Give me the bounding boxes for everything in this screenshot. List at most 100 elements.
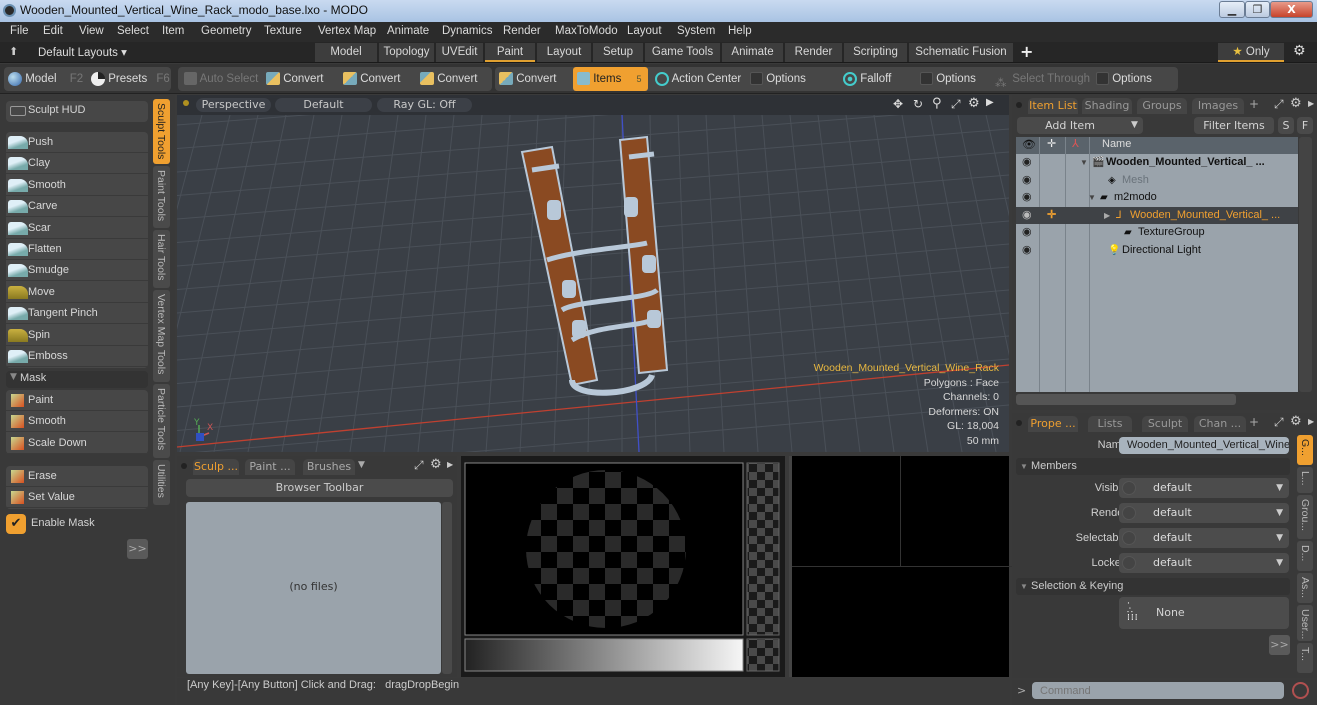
pan-icon[interactable]: ✥: [893, 97, 903, 111]
tab-paint[interactable]: Paint ...: [245, 459, 295, 475]
enable-mask-checkbox[interactable]: ✔: [6, 514, 26, 534]
maximize-icon[interactable]: ⤢: [1274, 415, 1284, 430]
vtab-hair-tools[interactable]: Hair Tools: [153, 230, 170, 288]
axis-column-icon[interactable]: ⅄: [1072, 137, 1079, 150]
name-column-header[interactable]: Name: [1102, 138, 1131, 150]
expand-arrow-icon[interactable]: ▶: [1104, 207, 1110, 224]
items-mode-button[interactable]: Items 5: [573, 67, 648, 91]
tree-horizontal-scrollbar[interactable]: [1016, 394, 1236, 405]
layout-arrow-icon[interactable]: ⬆: [9, 45, 18, 58]
vtab-particle-tools[interactable]: Particle Tools: [153, 384, 170, 458]
property-vtab-2[interactable]: Grou...: [1297, 495, 1313, 539]
browser-scrollbar[interactable]: [442, 502, 452, 674]
mask-tool-smooth[interactable]: Smooth: [6, 411, 148, 433]
visible-dropdown[interactable]: default ▼: [1119, 478, 1289, 498]
selection-cross-icon[interactable]: ✛: [1047, 207, 1056, 224]
visibility-eye-icon[interactable]: ◉: [1022, 154, 1032, 171]
name-input[interactable]: Wooden_Mounted_Vertical_Wine_: [1119, 437, 1289, 454]
tree-item-group[interactable]: ◉ ▰ TextureGroup: [1016, 224, 1298, 241]
command-input[interactable]: [1032, 682, 1284, 699]
tree-item-group[interactable]: ◉ ▼ ▰ m2modo: [1016, 189, 1298, 206]
panel-arrow-icon[interactable]: ▶: [447, 460, 453, 469]
raygl-dropdown[interactable]: Ray GL: Off: [377, 98, 472, 112]
layout-tab-render[interactable]: Render: [785, 43, 842, 62]
add-tab-icon[interactable]: +: [1249, 97, 1259, 111]
panel-menu-dot[interactable]: [1016, 420, 1022, 426]
menu-select[interactable]: Select: [117, 25, 149, 37]
select-through-button[interactable]: ⁂ Select Through: [995, 67, 1090, 91]
visibility-eye-icon[interactable]: ◉: [1022, 224, 1032, 241]
panel-settings-icon[interactable]: ⚙: [1290, 414, 1302, 429]
3d-viewport[interactable]: Perspective Default Ray GL: Off ✥ ↻ ⚲ ⤢ …: [177, 95, 1009, 452]
sculpt-tool-clay[interactable]: Clay: [6, 153, 148, 175]
property-vtab-6[interactable]: T...: [1297, 643, 1313, 673]
model-button[interactable]: Model F2: [8, 67, 83, 91]
minimize-button[interactable]: ▁: [1219, 1, 1245, 18]
more-button[interactable]: >>: [1269, 635, 1290, 655]
layout-tab-game-tools[interactable]: Game Tools: [645, 43, 720, 62]
layout-tab-layout[interactable]: Layout: [537, 43, 591, 62]
add-tab-icon[interactable]: +: [1249, 415, 1259, 429]
vtab-sculpt-tools[interactable]: Sculpt Tools: [153, 99, 170, 164]
tab-channels[interactable]: Chan ...: [1194, 416, 1246, 432]
vtab-utilities[interactable]: Utilities: [153, 460, 170, 505]
convert-vertices-button[interactable]: Convert: [266, 67, 323, 91]
menu-dynamics[interactable]: Dynamics: [442, 25, 492, 37]
panel-menu-dot[interactable]: [181, 463, 187, 469]
add-layout-button[interactable]: +: [1020, 42, 1033, 61]
close-button[interactable]: X: [1270, 1, 1313, 18]
mask-tool-paint[interactable]: Paint: [6, 390, 148, 411]
maximize-icon[interactable]: ⤢: [951, 97, 961, 112]
render-dropdown[interactable]: default ▼: [1119, 503, 1289, 523]
add-item-dropdown[interactable]: Add Item ▼: [1017, 117, 1143, 134]
selectable-dropdown[interactable]: default ▼: [1119, 528, 1289, 548]
zoom-icon[interactable]: ⚲: [932, 96, 942, 111]
visibility-eye-icon[interactable]: ◉: [1022, 189, 1032, 206]
menu-geometry[interactable]: Geometry: [201, 25, 252, 37]
falloff-button[interactable]: Falloff: [843, 67, 891, 91]
f-filter-button[interactable]: F: [1297, 117, 1313, 134]
mask-tool-set-value[interactable]: Set Value: [6, 487, 148, 509]
tab-groups[interactable]: Groups: [1137, 98, 1187, 114]
menu-render[interactable]: Render: [503, 25, 541, 37]
menu-animate[interactable]: Animate: [387, 25, 429, 37]
property-vtab-1[interactable]: L...: [1297, 467, 1313, 493]
expand-arrow-icon[interactable]: ▼: [1088, 189, 1096, 206]
tree-item-scene[interactable]: ◉ ▼ 🎬 Wooden_Mounted_Vertical_ ...: [1016, 154, 1298, 171]
panel-arrow-icon[interactable]: ▶: [1308, 417, 1314, 426]
menu-texture[interactable]: Texture: [264, 25, 302, 37]
locked-dropdown[interactable]: default ▼: [1119, 553, 1289, 573]
menu-maxtomodo[interactable]: MaxToModo: [555, 25, 618, 37]
panel-arrow-icon[interactable]: ▶: [1308, 99, 1314, 108]
mask-section-header[interactable]: ▼ Mask: [6, 371, 148, 388]
menu-vertex-map[interactable]: Vertex Map: [318, 25, 376, 37]
filter-items-input[interactable]: Filter Items: [1194, 117, 1274, 134]
visibility-eye-icon[interactable]: ◉: [1022, 242, 1032, 259]
more-button[interactable]: >>: [127, 539, 148, 559]
tab-sculpt[interactable]: Sculp ...: [193, 459, 239, 475]
layout-tab-scripting[interactable]: Scripting: [844, 43, 907, 62]
convert-edges-button[interactable]: Convert: [343, 67, 400, 91]
action-center-button[interactable]: Action Center: [655, 67, 741, 91]
rotate-icon[interactable]: ↻: [913, 97, 923, 111]
menu-file[interactable]: File: [10, 25, 29, 37]
lock-column-icon[interactable]: ✛: [1047, 137, 1056, 150]
panel-menu-dot[interactable]: [1016, 102, 1022, 108]
gear-icon[interactable]: ⚙: [1293, 43, 1306, 59]
tree-item-locator[interactable]: ◉ ✛ ▶ ⅃ Wooden_Mounted_Vertical_ ...: [1016, 206, 1298, 224]
sculpt-tool-emboss[interactable]: Emboss: [6, 346, 148, 367]
tab-shading[interactable]: Shading: [1082, 98, 1132, 114]
mask-tool-erase[interactable]: Erase: [6, 466, 148, 487]
menu-edit[interactable]: Edit: [43, 25, 63, 37]
convert-materials-button[interactable]: Convert: [499, 67, 556, 91]
falloff-options-button[interactable]: Options: [920, 67, 976, 91]
members-section-header[interactable]: ▼ Members: [1016, 458, 1290, 475]
sculpt-tool-carve[interactable]: Carve: [6, 196, 148, 218]
shading-dropdown[interactable]: Default: [275, 98, 372, 112]
browser-toolbar-button[interactable]: Browser Toolbar: [186, 479, 453, 497]
layout-tab-model[interactable]: Model: [315, 43, 377, 62]
file-browser-area[interactable]: (no files): [186, 502, 441, 674]
tab-sculpt[interactable]: Sculpt: [1142, 416, 1188, 432]
record-icon[interactable]: [1292, 682, 1309, 699]
tree-item-light[interactable]: ◉ 💡 Directional Light: [1016, 242, 1298, 259]
